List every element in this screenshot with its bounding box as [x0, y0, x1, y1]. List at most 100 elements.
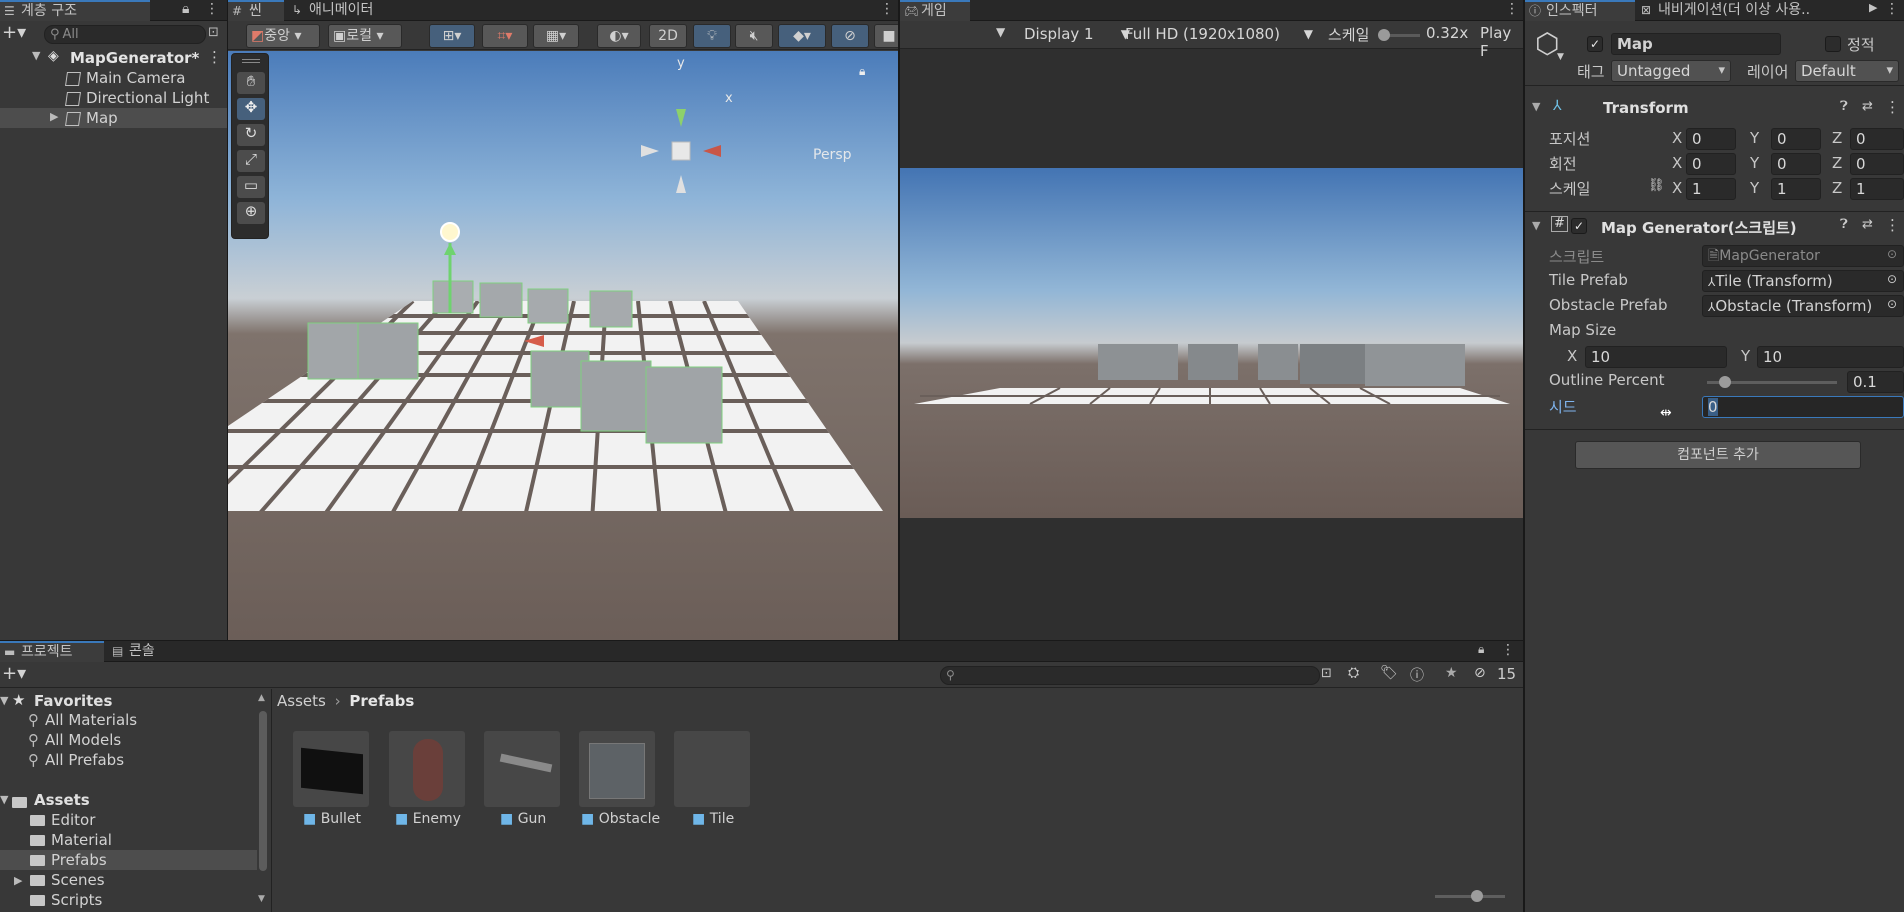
position-z-field[interactable]: 0 [1850, 128, 1904, 150]
asset-size-slider-thumb[interactable] [1471, 890, 1483, 902]
project-search-input[interactable]: ⚲ [940, 666, 1320, 685]
tab-hierarchy[interactable]: ☰ 계층 구조 [0, 0, 150, 21]
increment-snap-button[interactable]: ⌗▾ [482, 24, 528, 48]
kebab-menu-icon[interactable]: ⋮ [1885, 1, 1899, 17]
scene-row[interactable]: ▼ ◈ MapGenerator* ⋮ [0, 48, 227, 68]
tile-prefab-field[interactable]: ⅄Tile (Transform) [1702, 270, 1904, 292]
tab-project[interactable]: ▬ 프로젝트 [0, 641, 104, 662]
foldout-arrow-icon[interactable]: ▼ [1532, 100, 1540, 113]
object-active-checkbox[interactable]: ✓ [1587, 36, 1603, 52]
obstacle-prefab-field[interactable]: ⅄Obstacle (Transform) [1702, 295, 1904, 317]
kebab-menu-icon[interactable]: ⋮ [1505, 1, 1519, 17]
favorite-star-icon[interactable]: ★ [1445, 665, 1458, 681]
grid-visibility-button[interactable]: ▦▾ [533, 24, 579, 48]
folder-item[interactable]: Prefabs [30, 851, 107, 869]
kebab-menu-icon[interactable]: ⋮ [880, 1, 894, 17]
grid-snap-button[interactable]: ⊞▾ [429, 24, 475, 48]
asset-size-slider[interactable] [1435, 890, 1505, 902]
asset-tile[interactable]: ■ Gun [484, 731, 564, 841]
scene-menu-icon[interactable]: ⋮ [207, 48, 222, 66]
lock-icon[interactable]: 🔒︎ [182, 1, 189, 17]
move-tool-button[interactable]: ✥ [237, 98, 265, 120]
expand-arrow-icon[interactable]: ▼ [0, 793, 8, 806]
overlay-handle[interactable] [242, 59, 260, 63]
favorites-item[interactable]: ⚲ All Prefabs [28, 751, 124, 769]
toggle-2d-button[interactable]: 2D [649, 24, 687, 48]
display-dropdown[interactable]: Display 1 ▼ [1024, 23, 1134, 45]
play-focused-dropdown[interactable]: Play F [1480, 24, 1523, 60]
rotate-tool-button[interactable]: ↻ [237, 124, 265, 146]
hierarchy-search-input[interactable]: ⚲ All [44, 25, 206, 44]
hierarchy-item[interactable]: Directional Light [0, 88, 227, 108]
lighting-toggle-button[interactable]: 💡︎ [693, 24, 731, 48]
asset-tile[interactable]: ■ Obstacle [579, 731, 660, 841]
tab-scene[interactable]: # 씬 [228, 0, 284, 21]
component-enabled-checkbox[interactable]: ✓ [1571, 218, 1587, 234]
expand-arrow-icon[interactable]: ▼ [32, 49, 40, 62]
scene-viewport[interactable]: y x Persp 🔒︎ ✋︎ ✥ ↻ ⤢ ▭ ⊕ [228, 51, 898, 640]
lock-icon[interactable]: 🔒︎ [859, 64, 865, 79]
hierarchy-item[interactable]: Main Camera [0, 68, 227, 88]
object-picker-icon[interactable]: ⊙ [1887, 297, 1897, 311]
help-icon[interactable]: ❓︎ [1840, 99, 1848, 114]
scroll-up-icon[interactable]: ▲ [258, 693, 265, 703]
outline-percent-field[interactable]: 0.1 [1847, 371, 1904, 393]
object-name-field[interactable]: Map [1611, 33, 1781, 55]
hierarchy-item-selected[interactable]: ▶ Map [0, 108, 227, 128]
expand-arrow-icon[interactable]: ▶ [14, 874, 22, 887]
pivot-dropdown[interactable]: ◩중앙 ▾ [246, 24, 320, 48]
audio-toggle-button[interactable]: 🔇︎ [735, 24, 773, 48]
resolution-dropdown[interactable]: Full HD (1920x1080) ▼ [1125, 23, 1317, 45]
folder-item[interactable]: Scenes [30, 871, 105, 889]
space-dropdown[interactable]: ▣로컬 ▾ [328, 24, 402, 48]
tab-console[interactable]: ▤ 콘솔 [108, 641, 178, 662]
asset-tile[interactable]: ■ Tile [674, 731, 754, 841]
filter-type-icon[interactable]: ⛭ [1348, 665, 1359, 681]
static-checkbox[interactable] [1825, 36, 1841, 52]
folder-item[interactable]: Scripts [30, 891, 102, 909]
search-filter-icon[interactable]: ⊡ [208, 25, 219, 40]
rotation-y-field[interactable]: 0 [1771, 153, 1821, 175]
tree-scrollbar[interactable]: ▲ ▼ [258, 693, 268, 905]
favorites-item[interactable]: ⚲ All Models [28, 731, 121, 749]
hand-tool-button[interactable]: ✋︎ [237, 72, 265, 94]
outline-slider-thumb[interactable] [1718, 376, 1731, 388]
rotation-z-field[interactable]: 0 [1850, 153, 1904, 175]
favorites-item[interactable]: ⚲ All Materials [28, 711, 137, 729]
search-by-type-icon[interactable]: ⊡ [1321, 666, 1332, 681]
shading-mode-dropdown[interactable]: ◐▾ [597, 24, 641, 48]
kebab-menu-icon[interactable]: ⋮ [205, 1, 219, 17]
scale-tool-button[interactable]: ⤢ [237, 150, 265, 172]
game-viewport[interactable] [900, 168, 1523, 518]
gameobject-large-icon[interactable]: ⬡ [1535, 27, 1559, 60]
scrollbar-thumb[interactable] [259, 711, 267, 871]
lock-icon[interactable]: 🔒︎ [1478, 642, 1484, 657]
seed-field[interactable]: 0 [1702, 396, 1904, 418]
object-picker-icon[interactable]: ⊙ [1887, 272, 1897, 286]
map-size-x-field[interactable]: 10 [1585, 346, 1727, 368]
tab-animator[interactable]: ↳ 애니메이터 [288, 0, 408, 21]
favorites-title[interactable]: Favorites [34, 692, 112, 710]
warning-filter-icon[interactable]: ⓘ [1410, 665, 1424, 685]
icon-dropdown-icon[interactable]: ▼ [1557, 52, 1564, 62]
add-icon[interactable]: +▾ [2, 22, 26, 43]
expand-arrow-icon[interactable]: ▶ [50, 110, 58, 123]
scale-z-field[interactable]: 1 [1850, 178, 1904, 200]
breadcrumb-current[interactable]: Prefabs [349, 692, 414, 710]
breadcrumb-root[interactable]: Assets [277, 692, 326, 710]
effects-dropdown[interactable]: ◆▾ [778, 24, 826, 48]
component-menu-icon[interactable]: ⋮ [1885, 216, 1900, 234]
tag-dropdown[interactable]: Untagged [1611, 60, 1731, 82]
object-picker-icon[interactable]: ⊙ [1887, 247, 1897, 261]
tab-navigation[interactable]: ⊠ 내비게이션(더 이상 사용.. [1637, 0, 1867, 21]
position-x-field[interactable]: 0 [1686, 128, 1736, 150]
foldout-arrow-icon[interactable]: ▼ [1532, 219, 1540, 232]
tab-inspector[interactable]: ⓘ 인스펙터 [1525, 0, 1635, 21]
filter-label-icon[interactable]: 🏷︎ [1380, 665, 1398, 681]
camera-button[interactable]: ■ [874, 24, 898, 48]
kebab-menu-icon[interactable]: ⋮ [1501, 642, 1515, 658]
persp-label[interactable]: Persp [813, 147, 852, 163]
rect-tool-button[interactable]: ▭ [237, 176, 265, 198]
component-menu-icon[interactable]: ⋮ [1885, 98, 1900, 116]
tab-scroll-right-icon[interactable]: ▶ [1869, 1, 1877, 14]
